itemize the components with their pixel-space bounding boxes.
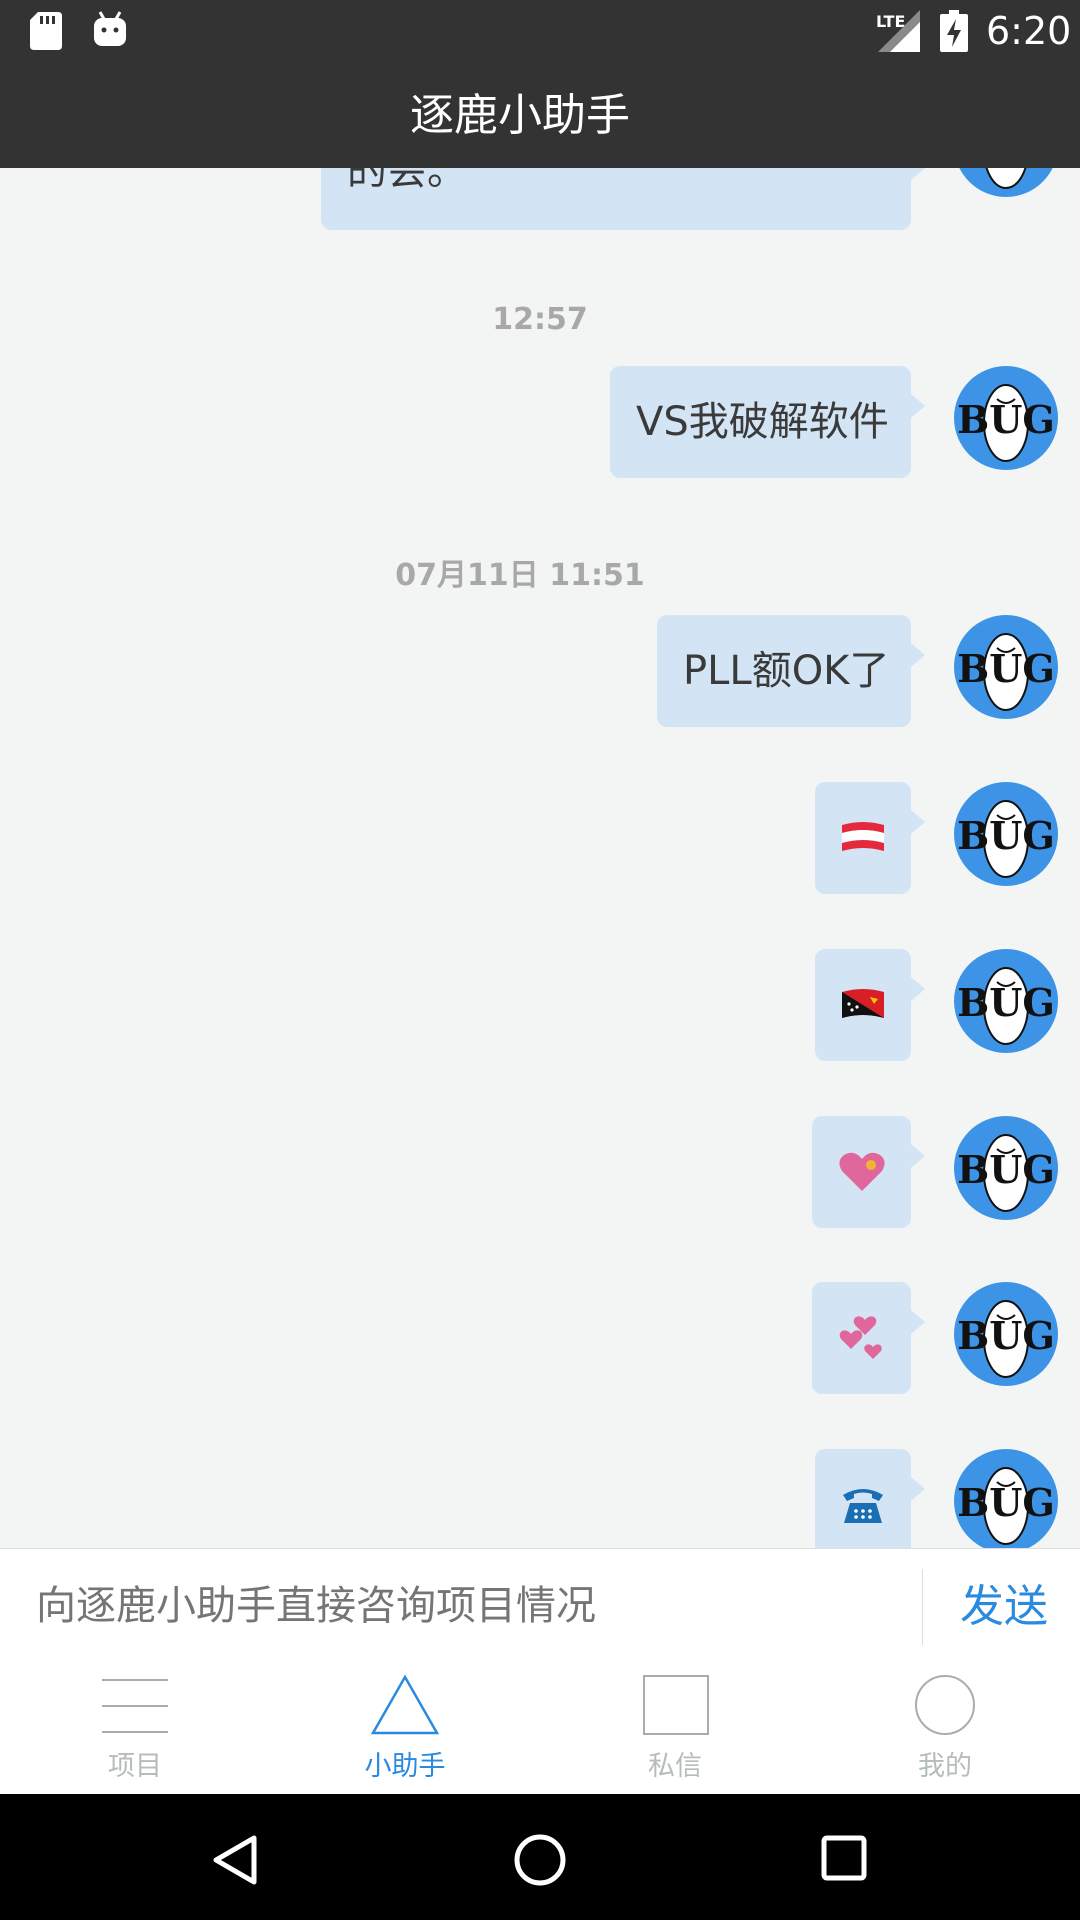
avatar-text: BUG bbox=[957, 1313, 1055, 1358]
timestamp: 12:57 bbox=[492, 302, 588, 337]
title-bar: 逐鹿小助手 bbox=[0, 63, 1080, 168]
android-icon bbox=[94, 11, 126, 46]
tab-label: 我的 bbox=[918, 1751, 972, 1782]
battery-charging-icon bbox=[940, 10, 968, 52]
avatar-text: BUG bbox=[957, 1480, 1055, 1525]
square-icon bbox=[643, 1675, 709, 1735]
chat-message-bubble[interactable]: VS我破解软件 bbox=[610, 366, 925, 478]
chat-emoji-bubble[interactable] bbox=[815, 949, 925, 1061]
chat-emoji-bubble[interactable] bbox=[812, 1282, 925, 1394]
avatar[interactable]: BUG bbox=[953, 1281, 1059, 1387]
system-nav-bar bbox=[0, 1794, 1080, 1920]
avatar-text: BUG bbox=[957, 1147, 1055, 1192]
chat-emoji-bubble[interactable] bbox=[812, 1116, 925, 1228]
avatar[interactable]: BUG bbox=[953, 614, 1059, 720]
tab-messages[interactable]: 私信 bbox=[540, 1664, 810, 1794]
message-input-bar: 发送 bbox=[0, 1548, 1080, 1665]
chat-message-bubble[interactable]: PLL额OK了 bbox=[657, 615, 925, 727]
papua-new-guinea-flag-icon bbox=[842, 989, 884, 1018]
timestamp: 07月11日 11:51 bbox=[395, 558, 645, 593]
circle-icon bbox=[915, 1675, 975, 1735]
tab-label: 小助手 bbox=[364, 1751, 446, 1782]
page-title: 逐鹿小助手 bbox=[410, 90, 630, 141]
tab-label: 项目 bbox=[108, 1751, 162, 1782]
input-divider bbox=[922, 1569, 923, 1645]
sd-card-icon bbox=[30, 12, 62, 50]
avatar-text: BUG bbox=[957, 397, 1055, 442]
avatar[interactable]: BUG bbox=[953, 365, 1059, 471]
chat-message-bubble[interactable]: 的会。 bbox=[321, 168, 925, 230]
chat-emoji-bubble[interactable] bbox=[815, 782, 925, 894]
triangle-icon bbox=[370, 1674, 440, 1735]
status-bar: LTE 6:20 bbox=[0, 0, 1080, 63]
menu-lines-icon bbox=[102, 1679, 168, 1733]
hearts-icon bbox=[839, 1316, 882, 1359]
telephone-icon bbox=[843, 1489, 883, 1523]
recents-icon[interactable] bbox=[820, 1834, 868, 1882]
avatar-text: BUG bbox=[957, 813, 1055, 858]
tab-assistant[interactable]: 小助手 bbox=[270, 1664, 540, 1794]
avatar[interactable]: BUG bbox=[953, 948, 1059, 1054]
avatar[interactable]: BUG bbox=[953, 1448, 1059, 1548]
send-button[interactable]: 发送 bbox=[960, 1549, 1048, 1664]
home-icon[interactable] bbox=[512, 1832, 568, 1888]
signal-icon bbox=[878, 10, 920, 52]
chat-area[interactable]: 的会。 12:57 VS我破解软件 BUG 07月11日 11:51 PLL额O… bbox=[0, 168, 1080, 1548]
avatar[interactable]: BUG bbox=[953, 781, 1059, 887]
heart-decoration-icon bbox=[838, 1152, 885, 1191]
avatar[interactable] bbox=[953, 168, 1059, 198]
chat-message-text: PLL额OK了 bbox=[683, 648, 890, 694]
chat-message-text: 的会。 bbox=[347, 168, 467, 194]
status-clock: 6:20 bbox=[986, 9, 1072, 53]
austria-flag-icon bbox=[842, 822, 884, 851]
tab-label: 私信 bbox=[648, 1751, 702, 1782]
avatar-text: BUG bbox=[957, 646, 1055, 691]
back-icon[interactable] bbox=[212, 1834, 258, 1886]
tab-profile[interactable]: 我的 bbox=[810, 1664, 1080, 1794]
avatar-text: BUG bbox=[957, 980, 1055, 1025]
tab-projects[interactable]: 项目 bbox=[0, 1664, 270, 1794]
chat-message-text: VS我破解软件 bbox=[636, 399, 889, 445]
chat-emoji-bubble[interactable] bbox=[815, 1449, 925, 1548]
message-input[interactable] bbox=[36, 1549, 896, 1664]
avatar[interactable]: BUG bbox=[953, 1115, 1059, 1221]
bottom-tab-bar: 项目 小助手 私信 我的 bbox=[0, 1664, 1080, 1794]
